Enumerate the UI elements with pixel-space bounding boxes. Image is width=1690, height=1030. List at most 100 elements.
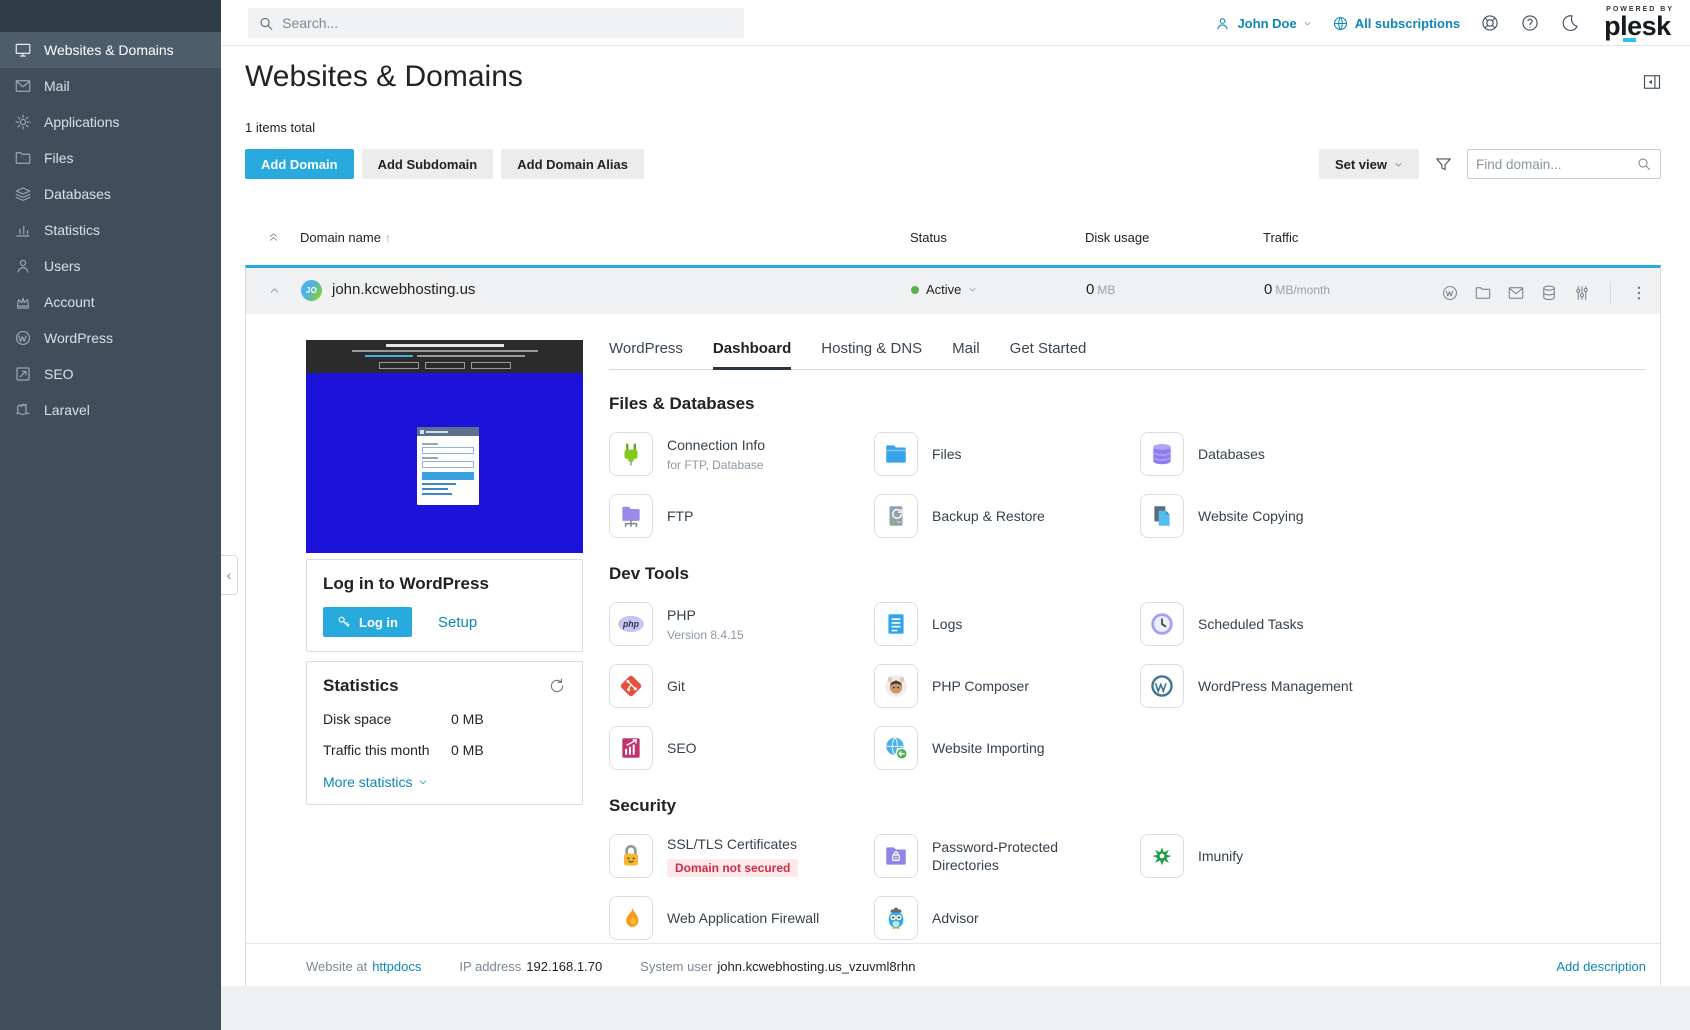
sidebar-item-label: SEO bbox=[44, 366, 74, 382]
tool-connection-info[interactable]: Connection Infofor FTP, Database bbox=[609, 430, 874, 478]
tool-seo[interactable]: SEO bbox=[609, 724, 874, 772]
tool-php[interactable]: php PHPVersion 8.4.15 bbox=[609, 600, 874, 648]
column-disk-usage[interactable]: Disk usage bbox=[1085, 230, 1149, 245]
filter-icon[interactable] bbox=[1429, 150, 1457, 178]
collapse-row-icon[interactable] bbox=[268, 284, 281, 297]
sidebar-item-label: Websites & Domains bbox=[44, 42, 174, 58]
section-title: Files & Databases bbox=[609, 394, 1646, 414]
owl-icon bbox=[874, 896, 918, 940]
settings-sliders-icon[interactable] bbox=[1573, 284, 1591, 302]
set-view-button[interactable]: Set view bbox=[1319, 149, 1419, 179]
domain-favicon: JO bbox=[301, 280, 322, 301]
plesk-brand-accent bbox=[1623, 38, 1636, 42]
tool-website-importing[interactable]: Website Importing bbox=[874, 724, 1140, 772]
tool-web-application-firewall[interactable]: Web Application Firewall bbox=[609, 894, 874, 942]
sidebar-item-account[interactable]: Account bbox=[0, 284, 221, 320]
tool-label: SEO bbox=[667, 739, 697, 757]
sidebar-item-seo[interactable]: SEO bbox=[0, 356, 221, 392]
sidebar-item-files[interactable]: Files bbox=[0, 140, 221, 176]
wordpress-login-button[interactable]: Log in bbox=[323, 607, 412, 637]
table-header: Domain name↑ Status Disk usage Traffic bbox=[245, 228, 1661, 252]
tool-files[interactable]: Files bbox=[874, 430, 1140, 478]
sidebar-item-statistics[interactable]: Statistics bbox=[0, 212, 221, 248]
all-subscriptions-link[interactable]: All subscriptions bbox=[1332, 15, 1460, 32]
tool-databases[interactable]: Databases bbox=[1140, 430, 1646, 478]
mail-shortcut-icon[interactable] bbox=[1507, 284, 1525, 302]
sidebar-item-laravel[interactable]: Laravel bbox=[0, 392, 221, 428]
dark-mode-moon-icon[interactable] bbox=[1560, 13, 1580, 33]
add-subdomain-button[interactable]: Add Subdomain bbox=[362, 149, 494, 179]
wordpress-shortcut-icon[interactable] bbox=[1441, 284, 1459, 302]
tool-ftp[interactable]: FTP bbox=[609, 492, 874, 540]
tool-git[interactable]: Git bbox=[609, 662, 874, 710]
domain-name[interactable]: john.kcwebhosting.us bbox=[332, 281, 475, 298]
sidebar-item-wordpress[interactable]: WordPress bbox=[0, 320, 221, 356]
tab-wordpress[interactable]: WordPress bbox=[609, 340, 683, 369]
sidebar-item-label: Databases bbox=[44, 186, 111, 202]
search-icon bbox=[1636, 156, 1652, 172]
globe-import-icon bbox=[874, 726, 918, 770]
add-description-link[interactable]: Add description bbox=[1556, 959, 1646, 974]
support-lifering-icon[interactable] bbox=[1480, 13, 1500, 33]
collapse-all-icon[interactable] bbox=[267, 230, 280, 243]
column-domain-name[interactable]: Domain name↑ bbox=[300, 230, 391, 245]
more-statistics-link[interactable]: More statistics bbox=[323, 774, 566, 790]
database-shortcut-icon[interactable] bbox=[1540, 284, 1558, 302]
tool-password-protected-directories[interactable]: Password-Protected Directories bbox=[874, 832, 1140, 880]
ip-value: 192.168.1.70 bbox=[526, 959, 602, 974]
column-traffic[interactable]: Traffic bbox=[1263, 230, 1298, 245]
topbar: John Doe All subscriptions POWERED BY pl… bbox=[221, 0, 1690, 46]
domain-tabs: WordPress Dashboard Hosting & DNS Mail G… bbox=[609, 340, 1646, 370]
tool-ssl-tls-certificates[interactable]: SSL/TLS CertificatesDomain not secured bbox=[609, 832, 874, 880]
person-icon bbox=[1214, 15, 1231, 32]
user-icon bbox=[14, 257, 32, 275]
main-content: Websites & Domains 1 items total Add Dom… bbox=[221, 46, 1690, 986]
wordpress-setup-link[interactable]: Setup bbox=[438, 614, 477, 631]
sidebar-item-applications[interactable]: Applications bbox=[0, 104, 221, 140]
chevron-down-icon bbox=[968, 285, 977, 294]
httpdocs-link[interactable]: httpdocs bbox=[372, 959, 421, 974]
help-icon[interactable] bbox=[1520, 13, 1540, 33]
sidebar-collapse-handle[interactable]: ‹ bbox=[221, 555, 238, 595]
tab-hosting-dns[interactable]: Hosting & DNS bbox=[821, 340, 922, 369]
tool-website-copying[interactable]: Website Copying bbox=[1140, 492, 1646, 540]
tool-imunify[interactable]: Imunify bbox=[1140, 832, 1646, 880]
globe-icon bbox=[1332, 15, 1349, 32]
plesk-logo[interactable]: POWERED BY plesk bbox=[1604, 6, 1674, 40]
refresh-icon[interactable] bbox=[548, 677, 566, 695]
sidebar-item-users[interactable]: Users bbox=[0, 248, 221, 284]
disk-space-value: 0 MB bbox=[451, 711, 484, 727]
tab-dashboard[interactable]: Dashboard bbox=[713, 340, 791, 370]
layers-icon bbox=[14, 185, 32, 203]
tool-sublabel: for FTP, Database bbox=[667, 458, 765, 472]
folder-blue-icon bbox=[874, 432, 918, 476]
files-shortcut-icon[interactable] bbox=[1474, 284, 1492, 302]
tool-wordpress-management[interactable]: WordPress Management bbox=[1140, 662, 1646, 710]
imunify-burst-icon bbox=[1140, 834, 1184, 878]
sidebar-item-mail[interactable]: Mail bbox=[0, 68, 221, 104]
more-actions-icon[interactable] bbox=[1630, 284, 1648, 302]
tool-scheduled-tasks[interactable]: Scheduled Tasks bbox=[1140, 600, 1646, 648]
sidebar-item-databases[interactable]: Databases bbox=[0, 176, 221, 212]
add-domain-button[interactable]: Add Domain bbox=[245, 149, 354, 179]
collapse-panel-icon[interactable] bbox=[1642, 72, 1662, 92]
sidebar-top-spacer bbox=[0, 0, 221, 32]
tool-php-composer[interactable]: PHP Composer bbox=[874, 662, 1140, 710]
page-title: Websites & Domains bbox=[245, 60, 523, 94]
column-status[interactable]: Status bbox=[910, 230, 947, 245]
user-menu[interactable]: John Doe bbox=[1214, 15, 1311, 32]
tab-mail[interactable]: Mail bbox=[952, 340, 980, 369]
add-domain-alias-button[interactable]: Add Domain Alias bbox=[501, 149, 644, 179]
tool-advisor[interactable]: Advisor bbox=[874, 894, 1140, 942]
site-preview-thumbnail[interactable] bbox=[306, 340, 583, 553]
find-domain-input[interactable] bbox=[1476, 157, 1636, 172]
tool-logs[interactable]: Logs bbox=[874, 600, 1140, 648]
sidebar-item-label: Users bbox=[44, 258, 81, 274]
search-input[interactable] bbox=[282, 15, 734, 31]
tab-get-started[interactable]: Get Started bbox=[1010, 340, 1087, 369]
tool-backup-restore[interactable]: Backup & Restore bbox=[874, 492, 1140, 540]
sort-ascending-icon: ↑ bbox=[385, 231, 391, 245]
sidebar-item-websites-domains[interactable]: Websites & Domains bbox=[0, 32, 221, 68]
domain-row[interactable]: JO john.kcwebhosting.us Active 0MB 0MB/m… bbox=[246, 268, 1660, 314]
domain-status[interactable]: Active bbox=[911, 282, 977, 297]
